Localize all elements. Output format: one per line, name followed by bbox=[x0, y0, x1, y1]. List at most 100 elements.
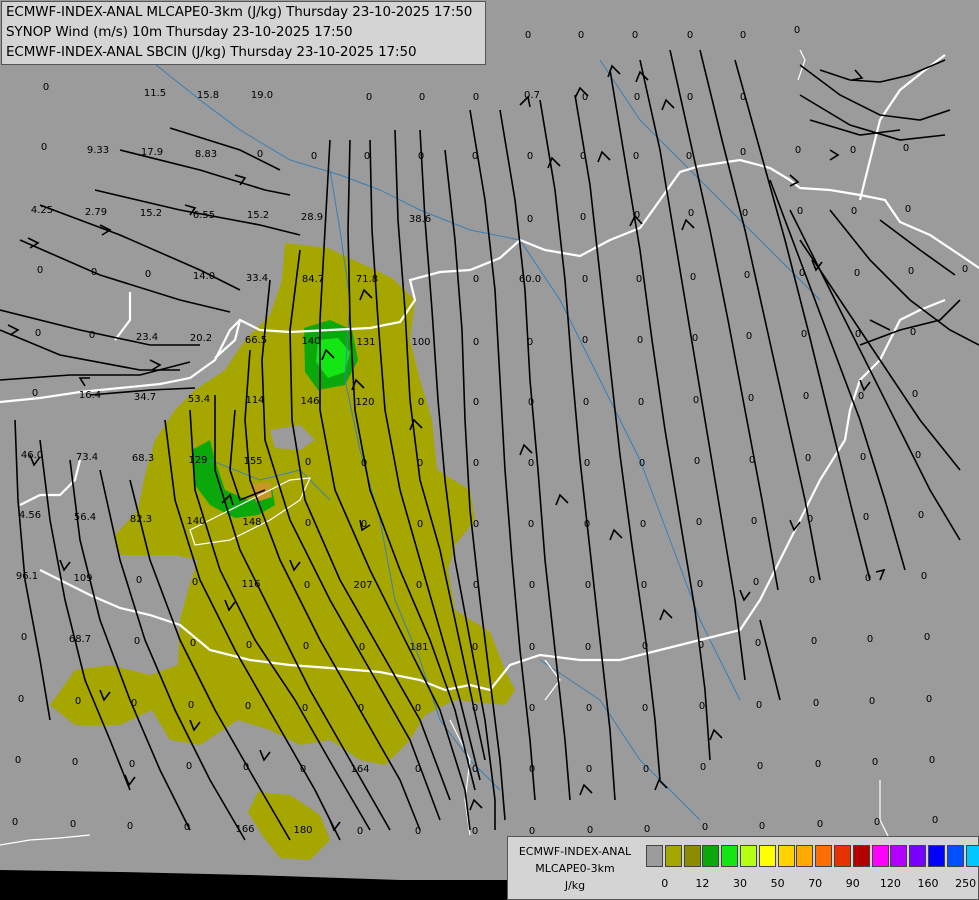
field-value-label: 0 bbox=[634, 92, 640, 103]
field-value-label: 0 bbox=[860, 452, 866, 463]
title-line-wind: SYNOP Wind (m/s) 10m Thursday 23-10-2025… bbox=[6, 24, 353, 40]
field-value-label: 0 bbox=[527, 214, 533, 225]
field-value-label: 0 bbox=[686, 151, 692, 162]
field-value-label: 0 bbox=[795, 145, 801, 156]
field-value-label: 0 bbox=[528, 519, 534, 530]
field-value-label: 11.5 bbox=[144, 88, 166, 99]
field-value-label: 0 bbox=[687, 92, 693, 103]
field-value-label: 131 bbox=[356, 337, 375, 348]
legend-tick-label: 12 bbox=[695, 877, 710, 890]
field-value-label: 0 bbox=[867, 634, 873, 645]
legend-tick-label: 120 bbox=[879, 877, 901, 890]
field-value-label: 0 bbox=[473, 337, 479, 348]
field-value-label: 0 bbox=[358, 703, 364, 714]
field-value-label: 15.2 bbox=[140, 208, 162, 219]
field-value-label: 0 bbox=[529, 580, 535, 591]
field-value-label: 109 bbox=[73, 573, 92, 584]
field-value-label: 23.4 bbox=[136, 332, 158, 343]
field-value-label: 0 bbox=[305, 457, 311, 468]
field-value-label: 0 bbox=[742, 208, 748, 219]
field-value-label: 166 bbox=[235, 824, 254, 835]
field-value-label: 0 bbox=[929, 755, 935, 766]
field-value-label: 0 bbox=[803, 391, 809, 402]
field-value-label: 0 bbox=[687, 30, 693, 41]
field-value-label: 0 bbox=[586, 764, 592, 775]
field-value-label: 66.5 bbox=[245, 335, 267, 346]
field-value-label: 0 bbox=[801, 329, 807, 340]
field-value-label: 0 bbox=[472, 764, 478, 775]
field-value-label: 116 bbox=[241, 579, 260, 590]
field-value-label: 0 bbox=[794, 25, 800, 36]
field-value-label: 0 bbox=[632, 30, 638, 41]
field-value-label: 0 bbox=[584, 458, 590, 469]
field-value-label: 0 bbox=[43, 82, 49, 93]
legend-swatch bbox=[739, 845, 757, 867]
field-value-label: 0 bbox=[528, 458, 534, 469]
field-value-label: 0 bbox=[361, 458, 367, 469]
field-value-label: 0 bbox=[41, 142, 47, 153]
field-value-label: 0 bbox=[361, 519, 367, 530]
weather-map: 0 11.5 15.8 19.0 0 0 0 0.7 0 0 0 0 0 0 0 0 0 0 0 0 9.33 17.9 8… bbox=[0, 0, 979, 900]
field-value-label: 0 bbox=[72, 757, 78, 768]
field-value-label: 0 bbox=[755, 638, 761, 649]
field-value-label: 0 bbox=[419, 92, 425, 103]
field-value-label: 0 bbox=[243, 762, 249, 773]
field-value-label: 0 bbox=[12, 817, 18, 828]
field-value-label: 0 bbox=[918, 510, 924, 521]
field-value-label: 0 bbox=[303, 641, 309, 652]
field-value-label: 0 bbox=[473, 397, 479, 408]
field-value-label: 0 bbox=[932, 815, 938, 826]
field-value-label: 0 bbox=[472, 642, 478, 653]
field-value-label: 148 bbox=[242, 517, 261, 528]
field-value-label: 0 bbox=[854, 268, 860, 279]
field-value-label: 0 bbox=[416, 580, 422, 591]
field-value-label: 140 bbox=[301, 336, 320, 347]
field-value-label: 0 bbox=[245, 701, 251, 712]
field-value-label: 9.33 bbox=[87, 145, 109, 156]
field-value-label: 0 bbox=[753, 577, 759, 588]
field-value-label: 0 bbox=[134, 636, 140, 647]
legend-swatch bbox=[965, 845, 979, 867]
field-value-label: 0 bbox=[915, 450, 921, 461]
field-value-label: 14.0 bbox=[193, 271, 215, 282]
field-value-label: 4.56 bbox=[19, 510, 41, 521]
legend-swatch bbox=[890, 845, 908, 867]
field-value-label: 8.83 bbox=[195, 149, 217, 160]
field-value-label: 0 bbox=[89, 330, 95, 341]
field-value-label: 0 bbox=[525, 30, 531, 41]
field-value-label: 0 bbox=[131, 698, 137, 709]
field-value-label: 0 bbox=[644, 824, 650, 835]
field-value-label: 0 bbox=[908, 266, 914, 277]
field-value-label: 0 bbox=[863, 512, 869, 523]
legend-swatch bbox=[664, 845, 682, 867]
field-value-label: 0 bbox=[924, 632, 930, 643]
field-value-label: 0 bbox=[357, 826, 363, 837]
field-value-label: 0 bbox=[700, 762, 706, 773]
field-value-label: 0 bbox=[415, 826, 421, 837]
cape-shading bbox=[50, 243, 515, 860]
field-value-label: 0 bbox=[912, 389, 918, 400]
field-value-label: 0 bbox=[694, 456, 700, 467]
field-value-label: 0 bbox=[188, 700, 194, 711]
field-value-label: 96.1 bbox=[16, 571, 38, 582]
title-line-cape: ECMWF-INDEX-ANAL MLCAPE0-3km (J/kg) Thur… bbox=[6, 4, 473, 20]
field-value-label: 0 bbox=[257, 149, 263, 160]
legend-tick-label: 160 bbox=[917, 877, 939, 890]
field-value-label: 0 bbox=[640, 519, 646, 530]
field-value-label: 0 bbox=[582, 92, 588, 103]
legend-swatch bbox=[777, 845, 795, 867]
field-value-label: 0.7 bbox=[524, 90, 540, 101]
field-value-label: 0 bbox=[70, 819, 76, 830]
legend-swatch bbox=[758, 845, 776, 867]
field-value-label: 0 bbox=[472, 826, 478, 837]
field-value-label: 0 bbox=[529, 642, 535, 653]
field-value-label: 0 bbox=[35, 328, 41, 339]
legend-swatch bbox=[702, 845, 720, 867]
field-value-label: 0 bbox=[633, 151, 639, 162]
field-value-label: 0 bbox=[643, 764, 649, 775]
field-value-label: 46.0 bbox=[21, 450, 43, 461]
legend-swatch bbox=[833, 845, 851, 867]
legend-swatch bbox=[646, 845, 663, 867]
field-value-label: 0 bbox=[473, 519, 479, 530]
legend-swatches bbox=[646, 845, 979, 867]
